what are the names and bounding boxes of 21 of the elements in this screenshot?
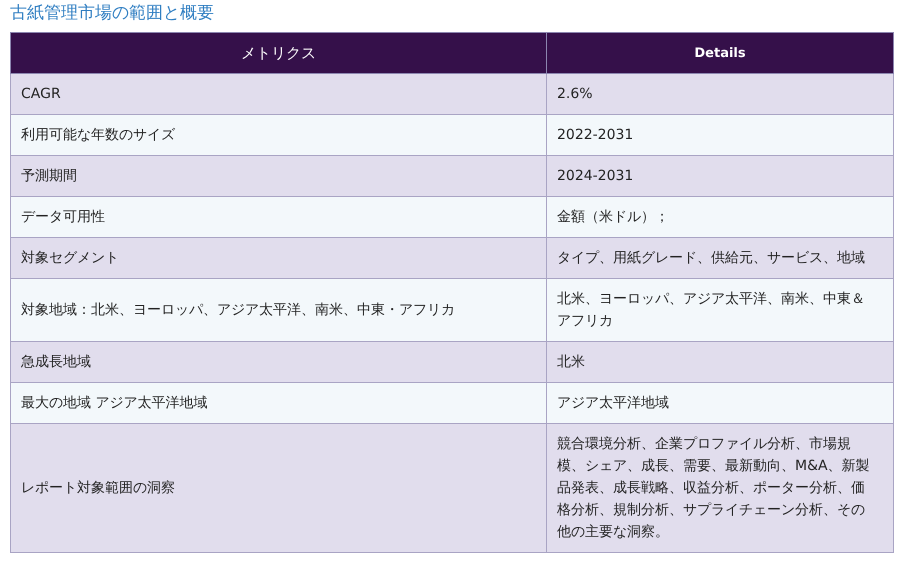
table-cell: アジア太平洋地域 — [546, 382, 894, 424]
table-cell: CAGR — [10, 74, 546, 114]
table-cell: 2.6% — [546, 74, 894, 114]
table-cell: 利用可能な年数のサイズ — [10, 114, 546, 156]
section-title: 古紙管理市場の範囲と概要 — [10, 2, 215, 25]
table-cell: 最大の地域 アジア太平洋地域 — [10, 382, 546, 424]
column-header: メトリクス — [10, 32, 546, 74]
table-cell: レポート対象範囲の洞察 — [10, 424, 546, 552]
table-cell: 金額（米ドル）； — [546, 196, 894, 238]
table-cell: 2024-2031 — [546, 156, 894, 196]
table-cell: 2022-2031 — [546, 114, 894, 156]
table-cell: 北米、ヨーロッパ、アジア太平洋、南米、中東＆アフリカ — [546, 278, 894, 342]
table-cell: 予測期間 — [10, 156, 546, 196]
table-cell: 急成長地域 — [10, 342, 546, 382]
table-cell: 対象地域：北米、ヨーロッパ、アジア太平洋、南米、中東・アフリカ — [10, 278, 546, 342]
table-cell: 競合環境分析、企業プロファイル分析、市場規模、シェア、成長、需要、最新動向、M&A、新製品発表、成長戦略、収益分析、ポーター分析、価格分析、規制分析、サプライチェーン分析、その他の主要な洞察。 — [546, 424, 894, 552]
table-cell: 対象セグメント — [10, 238, 546, 278]
table-cell: データ可用性 — [10, 196, 546, 238]
column-header: Details — [546, 32, 894, 74]
table-cell: タイプ、用紙グレード、供給元、サービス、地域 — [546, 238, 894, 278]
table-cell: 北米 — [546, 342, 894, 382]
